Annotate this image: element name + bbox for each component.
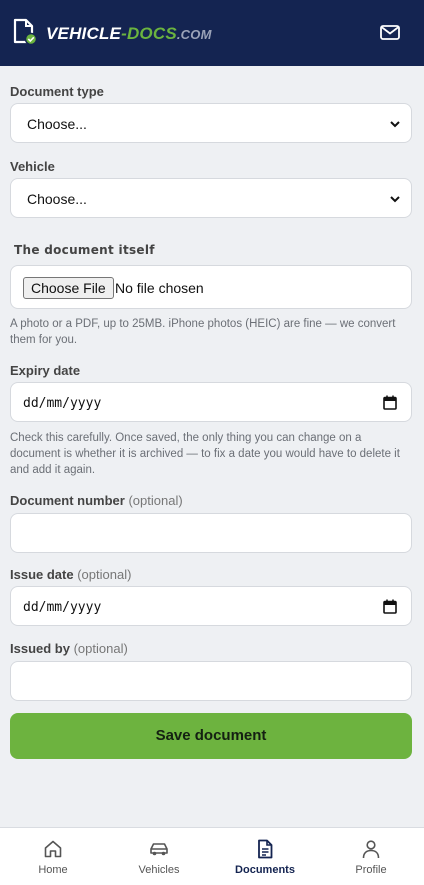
issue-date-label: Issue date (optional) [10, 567, 132, 582]
file-input[interactable]: Choose File No file chosen [10, 265, 412, 309]
mail-icon[interactable] [378, 22, 402, 44]
document-number-input[interactable] [10, 513, 412, 553]
choose-file-button[interactable]: Choose File [23, 277, 114, 299]
chevron-down-icon [390, 196, 400, 203]
vehicle-select[interactable]: Choose... [10, 178, 412, 218]
file-status: No file chosen [115, 280, 204, 296]
document-check-icon [13, 18, 38, 46]
chevron-down-icon [390, 121, 400, 128]
file-help-text: A photo or a PDF, up to 25MB. iPhone pho… [10, 318, 396, 346]
file-label: The document itself [14, 243, 155, 257]
expiry-date-input[interactable]: dd/mm/yyyy [10, 382, 412, 422]
calendar-icon[interactable] [383, 395, 397, 410]
calendar-icon[interactable] [383, 599, 397, 614]
brand-logo[interactable]: VEHICLE-DOCS.COM [46, 24, 212, 44]
document-number-label: Document number (optional) [10, 493, 183, 508]
app-header: VEHICLE-DOCS.COM [0, 0, 424, 66]
issued-by-label: Issued by (optional) [10, 641, 128, 656]
nav-item-profile[interactable]: Profile [318, 828, 424, 885]
issued-by-input[interactable] [10, 661, 412, 701]
bottom-nav: Home Vehicles Documents Profile [0, 827, 424, 885]
document-type-value: Choose... [27, 116, 87, 132]
nav-item-vehicles[interactable]: Vehicles [106, 828, 212, 885]
issue-date-value: dd/mm/yyyy [23, 600, 102, 615]
document-type-label: Document type [10, 84, 104, 99]
nav-item-home[interactable]: Home [0, 828, 106, 885]
save-document-button[interactable]: Save document [10, 713, 412, 759]
document-icon [258, 839, 273, 859]
document-type-select[interactable]: Choose... [10, 103, 412, 143]
vehicle-value: Choose... [27, 191, 87, 207]
home-icon [44, 840, 62, 858]
vehicle-label: Vehicle [10, 159, 55, 174]
issue-date-input[interactable]: dd/mm/yyyy [10, 586, 412, 626]
user-icon [362, 840, 380, 859]
nav-item-documents[interactable]: Documents [212, 828, 318, 885]
expiry-help-text: Check this carefully. Once saved, the on… [10, 432, 400, 476]
expiry-date-label: Expiry date [10, 363, 81, 378]
expiry-date-value: dd/mm/yyyy [23, 396, 102, 411]
car-icon [150, 843, 168, 856]
